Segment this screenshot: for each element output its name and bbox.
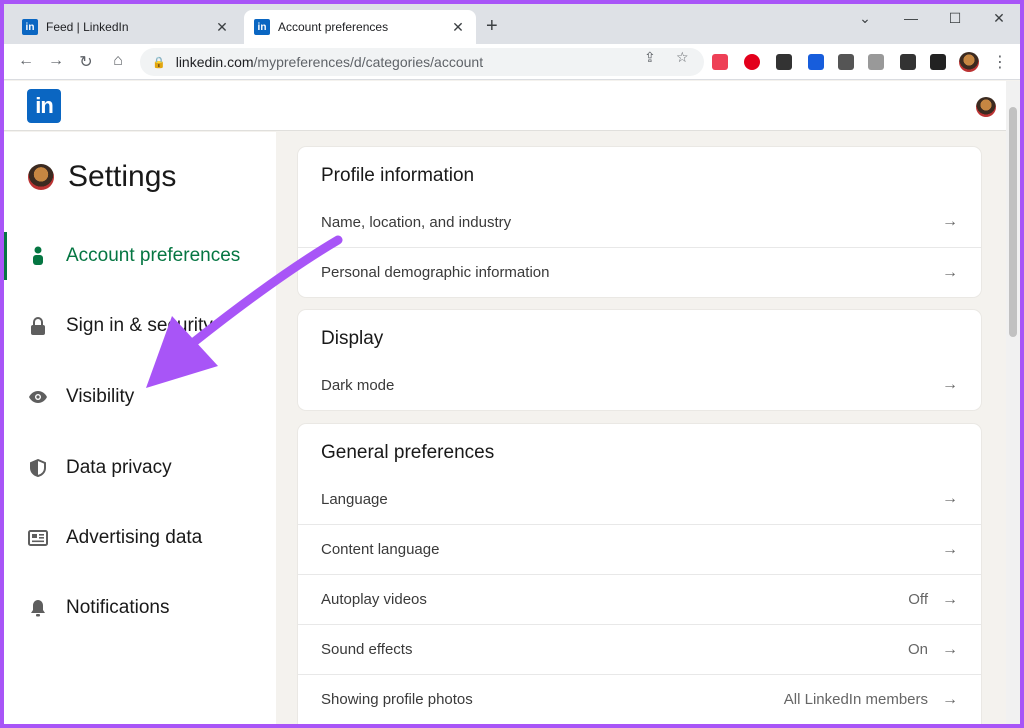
linkedin-favicon-icon: in bbox=[22, 19, 38, 35]
arrow-right-icon: → bbox=[942, 263, 958, 281]
sidebar-item-label: Visibility bbox=[66, 386, 135, 407]
bell-icon bbox=[28, 599, 48, 617]
star-icon[interactable]: ☆ bbox=[676, 49, 689, 66]
section-title: Profile information bbox=[321, 165, 475, 186]
lock-icon bbox=[28, 317, 48, 335]
newspaper-icon bbox=[28, 530, 48, 546]
url-text: linkedin.com/mypreferences/d/categories/… bbox=[175, 54, 484, 70]
person-icon bbox=[28, 246, 48, 266]
linkedin-logo[interactable]: in bbox=[27, 89, 61, 123]
tab-title: Feed | LinkedIn bbox=[46, 20, 129, 34]
reader-extension-icon[interactable] bbox=[868, 54, 884, 70]
sidebar-item-label: Account preferences bbox=[66, 245, 241, 266]
browser-window: in Feed | LinkedIn ✕ in Account preferen… bbox=[4, 4, 1020, 724]
arrow-right-icon: → bbox=[942, 376, 958, 393]
arrow-right-icon: → bbox=[942, 213, 958, 230]
display-card: Display Dark mode → bbox=[298, 310, 981, 410]
tab-title: Account preferences bbox=[278, 20, 389, 34]
sidebar-item-account-preferences[interactable]: Account preferences bbox=[4, 232, 276, 280]
settings-row-name-location[interactable]: Name, location, and industry → bbox=[298, 197, 981, 247]
home-icon[interactable]: ⌂ bbox=[108, 52, 128, 70]
profile-avatar[interactable] bbox=[959, 52, 979, 72]
sidebar-item-label: Data privacy bbox=[66, 457, 172, 478]
page-title: Settings bbox=[68, 160, 177, 193]
tab-feed[interactable]: in Feed | LinkedIn ✕ bbox=[12, 10, 240, 44]
settings-row-content-language[interactable]: Content language → bbox=[298, 524, 981, 574]
row-value: All LinkedIn members bbox=[783, 691, 928, 708]
lock-icon: 🔒 bbox=[152, 56, 166, 69]
sidebar-item-notifications[interactable]: Notifications bbox=[4, 584, 276, 632]
avatar bbox=[28, 164, 54, 190]
page-scrollbar[interactable] bbox=[1006, 81, 1020, 724]
settings-heading: Settings bbox=[28, 160, 176, 194]
linkedin-favicon-icon: in bbox=[254, 19, 270, 35]
chevron-down-icon[interactable]: ⌄ bbox=[850, 10, 880, 27]
settings-row-autoplay-videos[interactable]: Autoplay videos Off → bbox=[298, 574, 981, 624]
sidebar-item-label: Sign in & security bbox=[66, 315, 213, 336]
row-label: Showing profile photos bbox=[321, 691, 473, 708]
scrollbar-thumb[interactable] bbox=[1009, 107, 1017, 337]
section-title: General preferences bbox=[321, 442, 495, 463]
opera-extension-icon[interactable] bbox=[744, 54, 760, 70]
arrow-right-icon: → bbox=[942, 690, 958, 708]
arrow-right-icon: → bbox=[942, 540, 958, 558]
reload-icon[interactable]: ↻ bbox=[76, 52, 96, 72]
settings-row-sound-effects[interactable]: Sound effects On → bbox=[298, 624, 981, 674]
eye-icon bbox=[28, 390, 48, 404]
shield-icon bbox=[28, 459, 48, 477]
sidebar-item-sign-in-security[interactable]: Sign in & security bbox=[4, 302, 276, 350]
close-icon[interactable]: ✕ bbox=[214, 19, 230, 36]
share-icon[interactable]: ⇪ bbox=[644, 49, 656, 66]
header-avatar[interactable] bbox=[976, 97, 996, 117]
arrow-right-icon: → bbox=[942, 590, 958, 608]
sidebar-item-data-privacy[interactable]: Data privacy bbox=[4, 444, 276, 492]
row-value: On bbox=[907, 641, 928, 658]
sidebar-item-advertising-data[interactable]: Advertising data bbox=[4, 514, 276, 562]
sidepanel-icon[interactable] bbox=[930, 54, 946, 70]
profile-information-card: Profile information Name, location, and … bbox=[298, 147, 981, 297]
close-icon[interactable]: ✕ bbox=[450, 19, 466, 36]
close-window-icon[interactable]: ✕ bbox=[984, 10, 1014, 27]
sidebar-item-visibility[interactable]: Visibility bbox=[4, 373, 276, 421]
puzzle-extension-icon[interactable] bbox=[900, 54, 916, 70]
row-label: Language bbox=[321, 490, 388, 508]
arrow-right-icon: → bbox=[942, 640, 958, 658]
row-label: Autoplay videos bbox=[321, 591, 427, 608]
send-extension-icon[interactable] bbox=[838, 54, 854, 70]
general-preferences-card: General preferences Language → Content l… bbox=[298, 424, 981, 724]
settings-sidebar: Settings Account preferences Sign in & s… bbox=[4, 132, 276, 724]
arrow-right-icon: → bbox=[942, 490, 958, 507]
settings-row-dark-mode[interactable]: Dark mode → bbox=[298, 360, 981, 410]
spy-extension-icon[interactable] bbox=[776, 54, 792, 70]
row-label: Personal demographic information bbox=[321, 264, 550, 281]
settings-row-language[interactable]: Language → bbox=[298, 474, 981, 524]
row-label: Sound effects bbox=[321, 641, 413, 658]
bitwarden-extension-icon[interactable] bbox=[808, 54, 824, 70]
row-value: Off bbox=[908, 591, 928, 608]
linkedin-header: in bbox=[4, 81, 1006, 131]
minimize-icon[interactable]: — bbox=[896, 10, 926, 26]
tab-strip: in Feed | LinkedIn ✕ in Account preferen… bbox=[4, 4, 1020, 44]
sidebar-item-label: Advertising data bbox=[66, 527, 203, 548]
pocket-extension-icon[interactable] bbox=[712, 54, 728, 70]
row-label: Name, location, and industry bbox=[321, 213, 512, 231]
row-label: Dark mode bbox=[321, 376, 395, 394]
section-title: Display bbox=[321, 328, 384, 349]
maximize-icon[interactable]: ☐ bbox=[940, 10, 970, 27]
address-bar[interactable]: 🔒 linkedin.com/mypreferences/d/categorie… bbox=[140, 48, 704, 76]
settings-row-profile-photos[interactable]: Showing profile photos All LinkedIn memb… bbox=[298, 674, 981, 724]
forward-icon[interactable]: → bbox=[46, 52, 66, 70]
row-label: Content language bbox=[321, 541, 440, 558]
settings-row-demographic[interactable]: Personal demographic information → bbox=[298, 247, 981, 297]
browser-toolbar: ← → ↻ ⌂ 🔒 linkedin.com/mypreferences/d/c… bbox=[4, 44, 1020, 80]
back-icon[interactable]: ← bbox=[16, 52, 36, 70]
tab-account-preferences[interactable]: in Account preferences ✕ bbox=[244, 10, 476, 44]
kebab-menu-icon[interactable]: ⋮ bbox=[990, 52, 1010, 72]
sidebar-item-label: Notifications bbox=[66, 597, 170, 618]
new-tab-icon[interactable]: + bbox=[486, 16, 498, 36]
